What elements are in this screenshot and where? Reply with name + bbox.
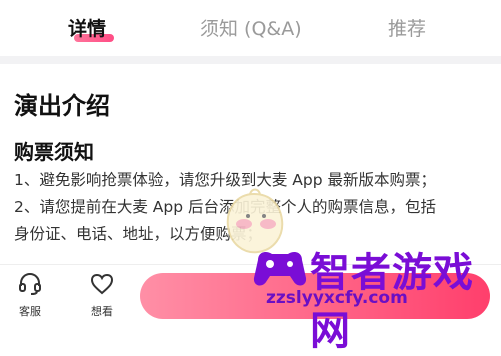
headset-icon <box>19 272 41 295</box>
buy-ticket-button[interactable] <box>140 273 490 319</box>
ticket-notice-title: 购票须知 <box>14 140 94 164</box>
mascot-watermark-icon <box>226 188 284 254</box>
tab-recommend[interactable]: 推荐 <box>388 14 426 41</box>
customer-service-label: 客服 <box>19 305 41 318</box>
section-title: 演出介绍 <box>14 92 110 120</box>
want-to-see-button[interactable]: 想看 <box>80 271 124 319</box>
section-divider <box>0 56 501 64</box>
tab-details[interactable]: 详情 <box>68 14 106 41</box>
tab-notice-qa[interactable]: 须知 (Q&A) <box>200 14 302 41</box>
customer-service-button[interactable]: 客服 <box>8 271 52 319</box>
bottom-action-bar: 客服 想看 <box>0 264 501 331</box>
tab-bar: 详情 须知 (Q&A) 推荐 <box>0 0 501 56</box>
heart-icon <box>90 273 114 295</box>
detail-content: 演出介绍 购票须知 1、避免影响抢票体验，请您升级到大麦 App 最新版本购票；… <box>0 64 501 264</box>
want-to-see-label: 想看 <box>91 305 113 318</box>
